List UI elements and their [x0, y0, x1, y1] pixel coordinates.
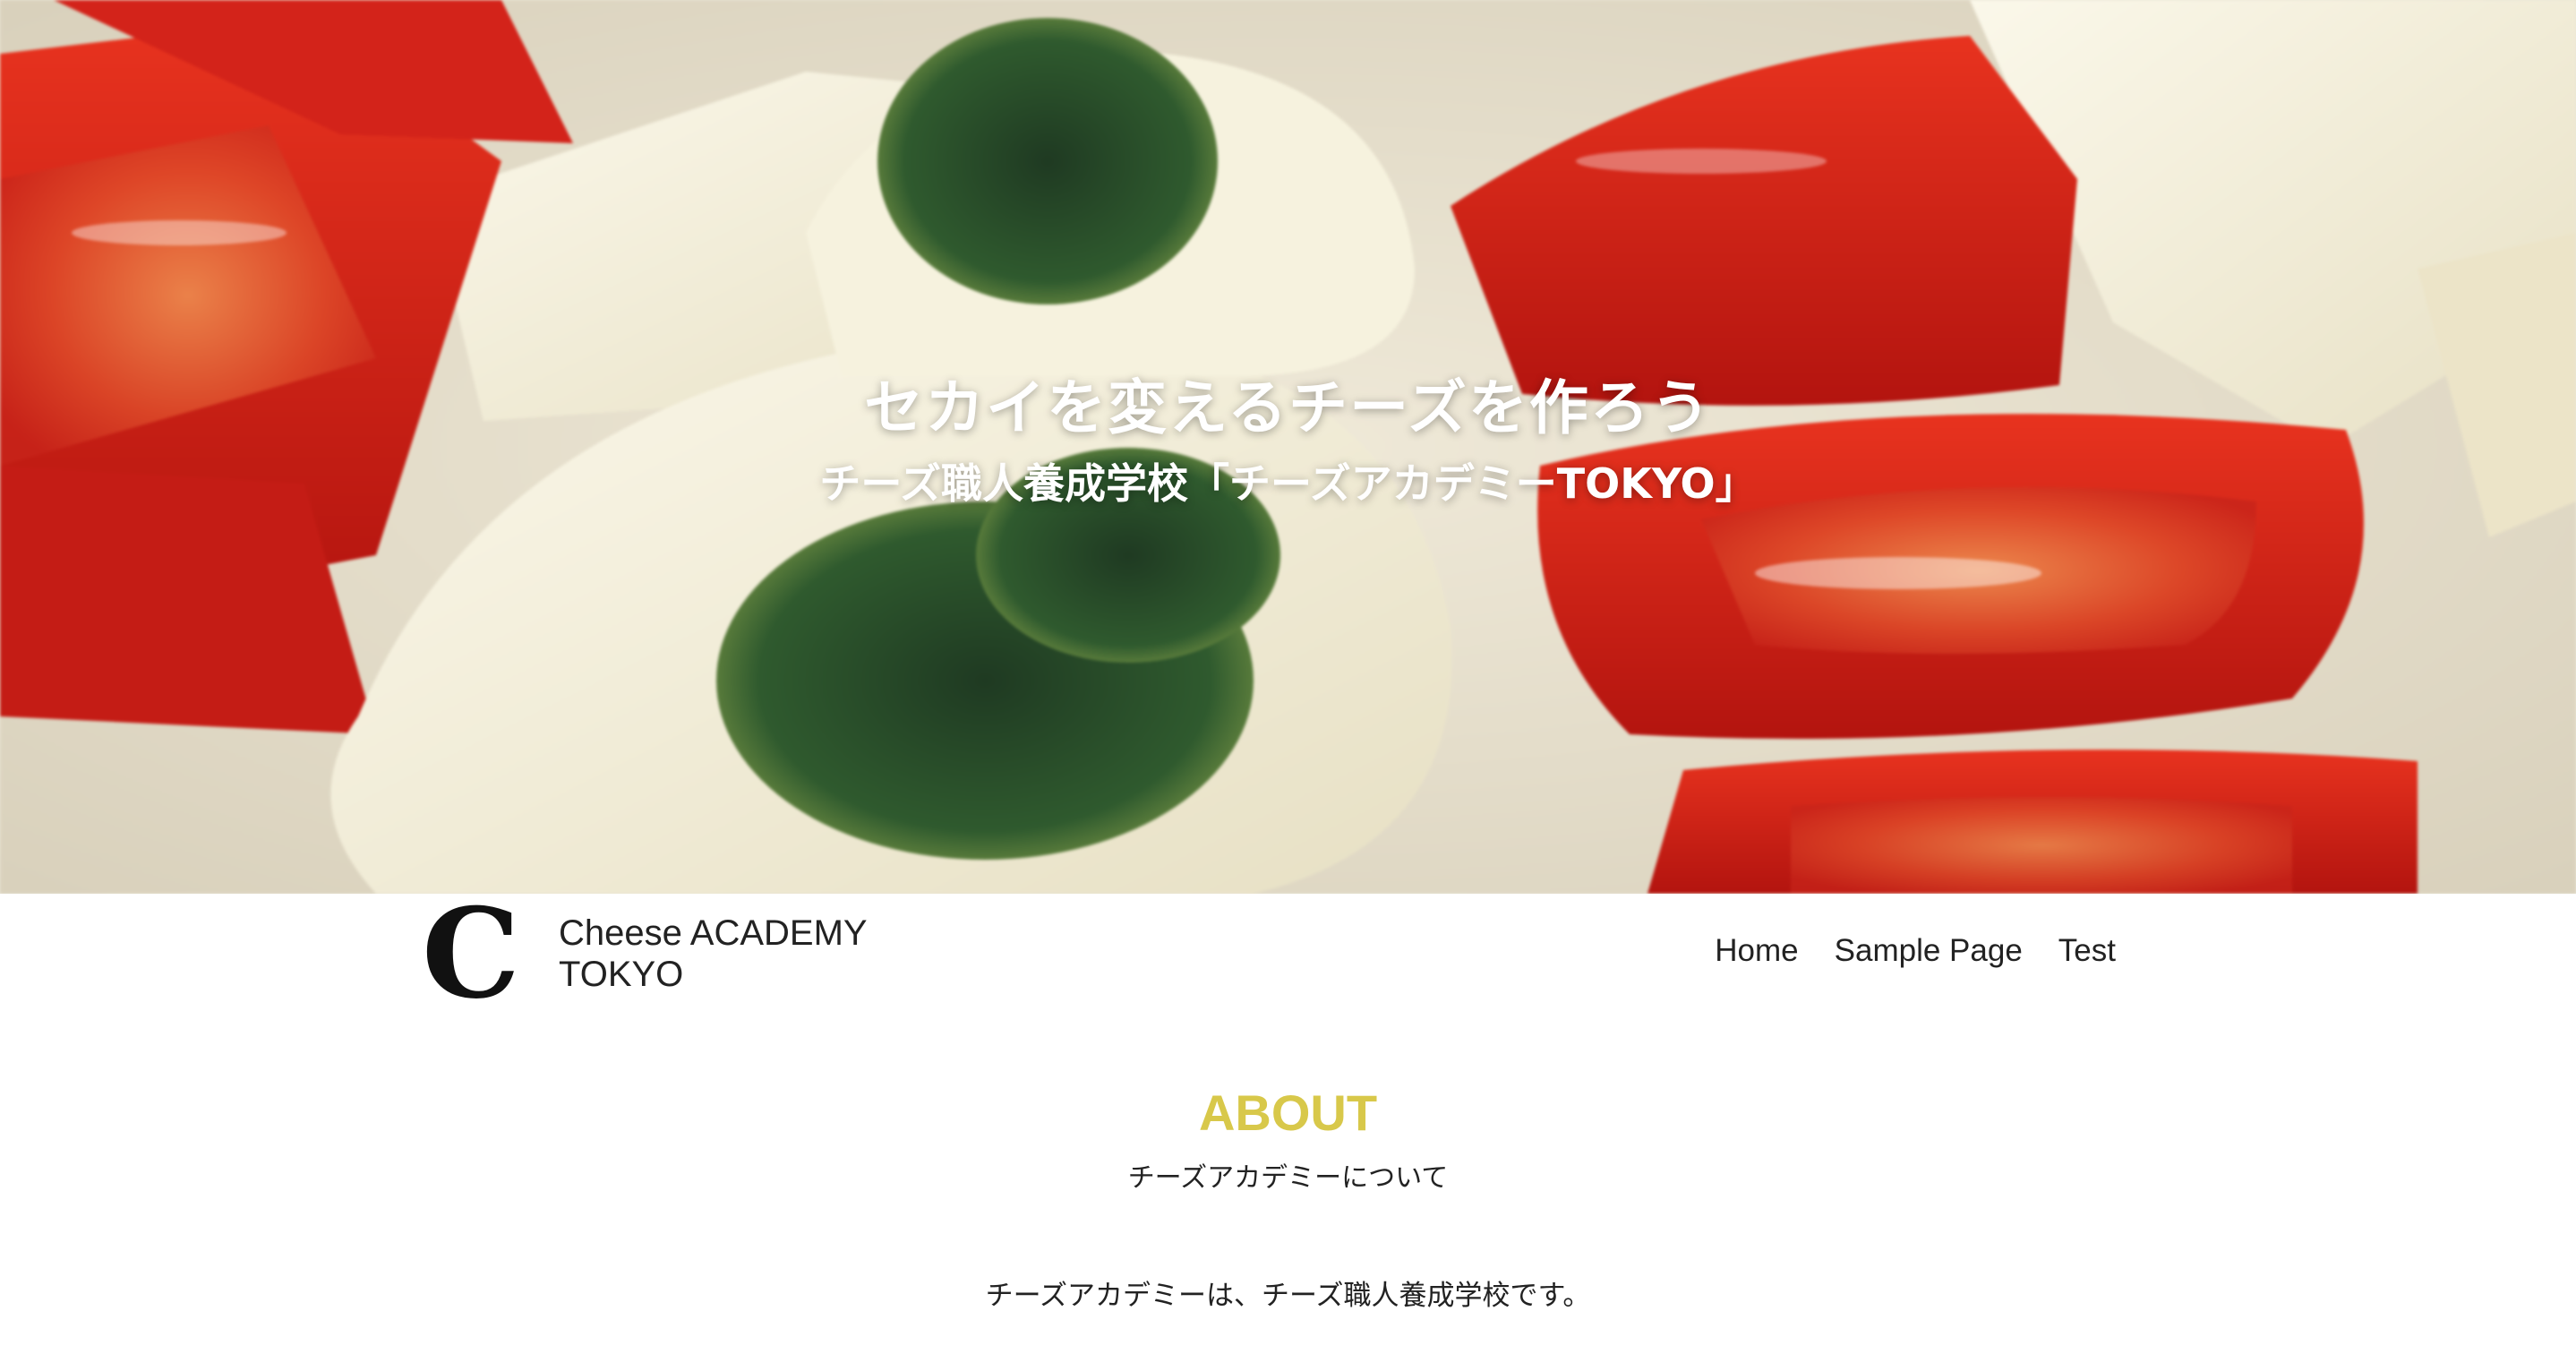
cheese-academy-logo-icon: C — [422, 892, 520, 1016]
about-subheading: チーズアカデミーについて — [1127, 1162, 1449, 1194]
about-body: チーズアカデミーは、チーズ職人養成学校です。 — [985, 1280, 1591, 1312]
hero-subtitle: チーズ職人養成学校「チーズアカデミーTOKYO」 — [819, 459, 1757, 508]
logo-line-1: Cheese ACADEMY — [559, 913, 868, 953]
nav-item-test[interactable]: Test — [2058, 928, 2116, 974]
about-section: ABOUT チーズアカデミーについて チーズアカデミーは、チーズ職人養成学校です… — [0, 1075, 2576, 1316]
logo-text: Cheese ACADEMY TOKYO — [559, 913, 868, 995]
site-logo-link[interactable]: C Cheese ACADEMY TOKYO — [422, 892, 868, 1016]
about-heading: ABOUT — [1198, 1084, 1378, 1141]
hero-banner: セカイを変えるチーズを作ろう チーズ職人養成学校「チーズアカデミーTOKYO」 — [0, 0, 2576, 894]
nav-item-sample-page[interactable]: Sample Page — [1835, 928, 2023, 974]
logo-mark-letter: C — [422, 880, 520, 1026]
logo-line-2: TOKYO — [559, 955, 684, 994]
nav-item-home[interactable]: Home — [1715, 928, 1798, 974]
site-header: C Cheese ACADEMY TOKYO Home Sample Page … — [0, 892, 2576, 1019]
hero-title: セカイを変えるチーズを作ろう — [864, 373, 1712, 442]
hero-text: セカイを変えるチーズを作ろう チーズ職人養成学校「チーズアカデミーTOKYO」 — [0, 365, 2576, 516]
main-nav: Home Sample Page Test — [1715, 928, 2116, 974]
